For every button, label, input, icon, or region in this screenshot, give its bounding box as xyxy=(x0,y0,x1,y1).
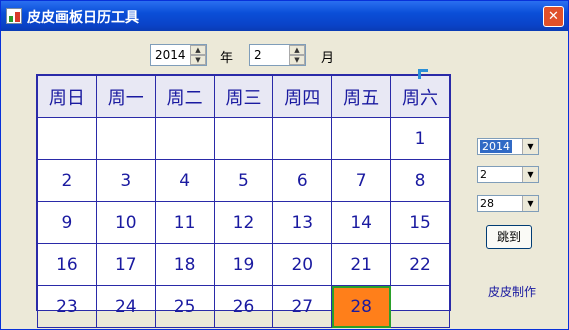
weekday-header: 周五 xyxy=(331,75,392,118)
month-label: 月 xyxy=(321,51,335,66)
day-select[interactable]: 28 ▼ xyxy=(477,195,539,212)
jump-button[interactable]: 跳到 xyxy=(486,225,532,249)
credit-label: 皮皮制作 xyxy=(488,285,537,299)
week-row: 9 10 11 12 13 14 15 xyxy=(37,201,450,244)
title-bar[interactable]: 皮皮画板日历工具 ✕ xyxy=(1,1,568,31)
day-cell[interactable]: 6 xyxy=(272,159,333,202)
day-cell[interactable]: 13 xyxy=(272,201,333,244)
week-row: 1 xyxy=(37,117,450,160)
day-cell[interactable]: 15 xyxy=(390,201,450,244)
week-row: 23 24 25 26 27 28 xyxy=(37,285,450,328)
month-spinner-value[interactable]: 2 xyxy=(254,48,262,62)
day-cell[interactable]: 11 xyxy=(154,201,215,244)
weekday-header: 周三 xyxy=(213,75,274,118)
calendar-grid: 周日 周一 周二 周三 周四 周五 周六 1 2 3 4 5 6 7 8 9 1… xyxy=(36,74,451,328)
day-cell[interactable]: 5 xyxy=(213,159,274,202)
month-down-arrow-icon[interactable]: ▼ xyxy=(289,55,305,65)
day-cell-selected[interactable]: 28 xyxy=(331,285,392,328)
day-cell[interactable] xyxy=(37,117,97,160)
weekday-header: 周一 xyxy=(95,75,156,118)
year-down-arrow-icon[interactable]: ▼ xyxy=(190,55,206,65)
day-cell[interactable]: 14 xyxy=(331,201,392,244)
year-up-arrow-icon[interactable]: ▲ xyxy=(190,45,206,55)
year-label: 年 xyxy=(220,51,234,66)
day-cell[interactable]: 10 xyxy=(95,201,156,244)
day-cell[interactable]: 4 xyxy=(154,159,215,202)
month-up-arrow-icon[interactable]: ▲ xyxy=(289,45,305,55)
year-select[interactable]: 2014 ▼ xyxy=(477,138,539,155)
day-cell[interactable]: 27 xyxy=(272,285,333,328)
day-cell[interactable] xyxy=(272,117,333,160)
day-cell[interactable] xyxy=(154,117,215,160)
day-cell[interactable]: 21 xyxy=(331,243,392,286)
day-cell[interactable]: 20 xyxy=(272,243,333,286)
day-cell[interactable]: 8 xyxy=(390,159,450,202)
weekday-header: 周四 xyxy=(272,75,333,118)
weekday-header: 周六 xyxy=(390,75,450,118)
window-title: 皮皮画板日历工具 xyxy=(27,10,139,26)
day-select-value: 28 xyxy=(480,197,494,210)
day-cell[interactable]: 1 xyxy=(390,117,450,160)
day-cell[interactable]: 12 xyxy=(213,201,274,244)
app-icon xyxy=(6,8,22,24)
day-cell[interactable]: 19 xyxy=(213,243,274,286)
day-cell[interactable]: 18 xyxy=(154,243,215,286)
day-cell[interactable]: 9 xyxy=(37,201,97,244)
day-cell[interactable] xyxy=(331,117,392,160)
weekday-header: 周日 xyxy=(37,75,97,118)
brand-logo-icon xyxy=(418,67,450,81)
year-select-value: 2014 xyxy=(480,140,512,153)
day-cell[interactable]: 24 xyxy=(95,285,156,328)
year-spinner-value[interactable]: 2014 xyxy=(155,48,186,62)
day-cell[interactable] xyxy=(390,285,450,328)
app-window: 皮皮画板日历工具 ✕ 2014 ▲ ▼ 年 2 ▲ ▼ 月 周日 周一 周二 周… xyxy=(0,0,569,330)
dropdown-arrow-icon[interactable]: ▼ xyxy=(522,167,538,182)
week-row: 2 3 4 5 6 7 8 xyxy=(37,159,450,202)
day-cell[interactable]: 7 xyxy=(331,159,392,202)
week-row: 16 17 18 19 20 21 22 xyxy=(37,243,450,286)
dropdown-arrow-icon[interactable]: ▼ xyxy=(522,196,538,211)
year-spinner[interactable]: 2014 ▲ ▼ xyxy=(150,44,207,66)
month-spinner[interactable]: 2 ▲ ▼ xyxy=(249,44,306,66)
day-cell[interactable]: 17 xyxy=(95,243,156,286)
month-select[interactable]: 2 ▼ xyxy=(477,166,539,183)
day-cell[interactable]: 23 xyxy=(37,285,97,328)
day-cell[interactable] xyxy=(95,117,156,160)
weekday-header: 周二 xyxy=(154,75,215,118)
close-button[interactable]: ✕ xyxy=(543,6,564,27)
day-cell[interactable] xyxy=(213,117,274,160)
day-cell[interactable]: 2 xyxy=(37,159,97,202)
day-cell[interactable]: 3 xyxy=(95,159,156,202)
day-cell[interactable]: 26 xyxy=(213,285,274,328)
day-cell[interactable]: 22 xyxy=(390,243,450,286)
weekday-header-row: 周日 周一 周二 周三 周四 周五 周六 xyxy=(37,75,450,118)
dropdown-arrow-icon[interactable]: ▼ xyxy=(522,139,538,154)
day-cell[interactable]: 25 xyxy=(154,285,215,328)
day-cell[interactable]: 16 xyxy=(37,243,97,286)
month-select-value: 2 xyxy=(480,168,487,181)
